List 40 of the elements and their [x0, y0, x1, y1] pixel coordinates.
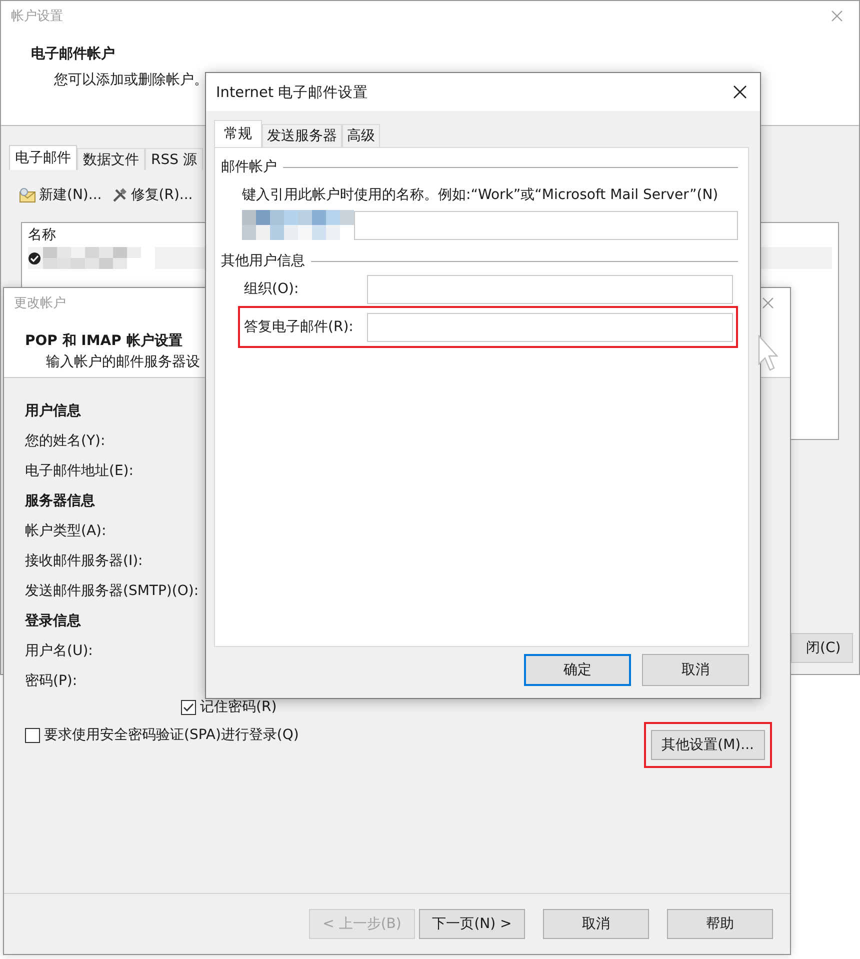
column-header: 名称	[28, 226, 57, 245]
field-label: 电子邮件地址(E):	[25, 462, 134, 480]
field-label: 键入引用此帐户时使用的名称。例如:“Work”或“Microsoft Mail Server”(N)	[241, 186, 720, 204]
field-label: 接收邮件服务器(I):	[25, 552, 143, 570]
tab[interactable]: 数据文件	[77, 148, 145, 170]
field-label: 帐户类型(A):	[25, 522, 106, 540]
tab[interactable]: 高级	[342, 124, 380, 147]
section-heading: 电子邮件帐户	[31, 45, 116, 63]
field-label: 密码(P):	[25, 672, 78, 690]
group-title: 其他用户信息	[221, 252, 305, 270]
wizard-button[interactable]: 下一页(N) >	[419, 909, 525, 939]
field-label: 答复电子邮件(R):	[244, 318, 354, 336]
wizard-button[interactable]: 帮助	[667, 909, 773, 939]
close-button[interactable]: 闭(C)	[791, 633, 853, 663]
more-settings-button[interactable]: 其他设置(M)...	[650, 730, 765, 760]
window-title: 帐户设置	[11, 8, 63, 25]
tab[interactable]: RSS 源	[145, 148, 203, 170]
group-title: 邮件帐户	[221, 158, 277, 176]
field-label: 组织(O):	[244, 280, 300, 298]
dialog-button[interactable]: 确定	[524, 654, 631, 686]
toolbar-button[interactable]: 修复(R)...	[112, 184, 193, 206]
section-label: 登录信息	[25, 612, 81, 630]
toolbar-button[interactable]: 新建(N)...	[19, 184, 102, 206]
section-label: 用户信息	[25, 402, 81, 420]
wizard-button[interactable]: 取消	[543, 909, 649, 939]
section-description: 输入帐户的邮件服务器设	[46, 353, 201, 371]
section-label: 服务器信息	[25, 492, 95, 510]
remember-password-checkbox[interactable]: 记住密码(R)	[181, 698, 277, 716]
spa-checkbox[interactable]: 要求使用安全密码验证(SPA)进行登录(Q)	[25, 726, 299, 744]
field-label: 发送邮件服务器(SMTP)(O):	[25, 582, 199, 600]
tab[interactable]: 电子邮件	[9, 145, 77, 170]
window-title: Internet 电子邮件设置	[216, 84, 368, 102]
window-title: 更改帐户	[14, 295, 66, 312]
field-label: 您的姓名(Y):	[25, 432, 106, 450]
tab[interactable]: 常规	[214, 120, 262, 147]
dialog-button[interactable]: 取消	[642, 654, 749, 686]
section-heading: POP 和 IMAP 帐户设置	[25, 332, 184, 350]
tab[interactable]: 发送服务器	[262, 124, 342, 147]
field-label: 用户名(U):	[25, 642, 93, 660]
section-description: 您可以添加或删除帐户。	[54, 71, 209, 89]
